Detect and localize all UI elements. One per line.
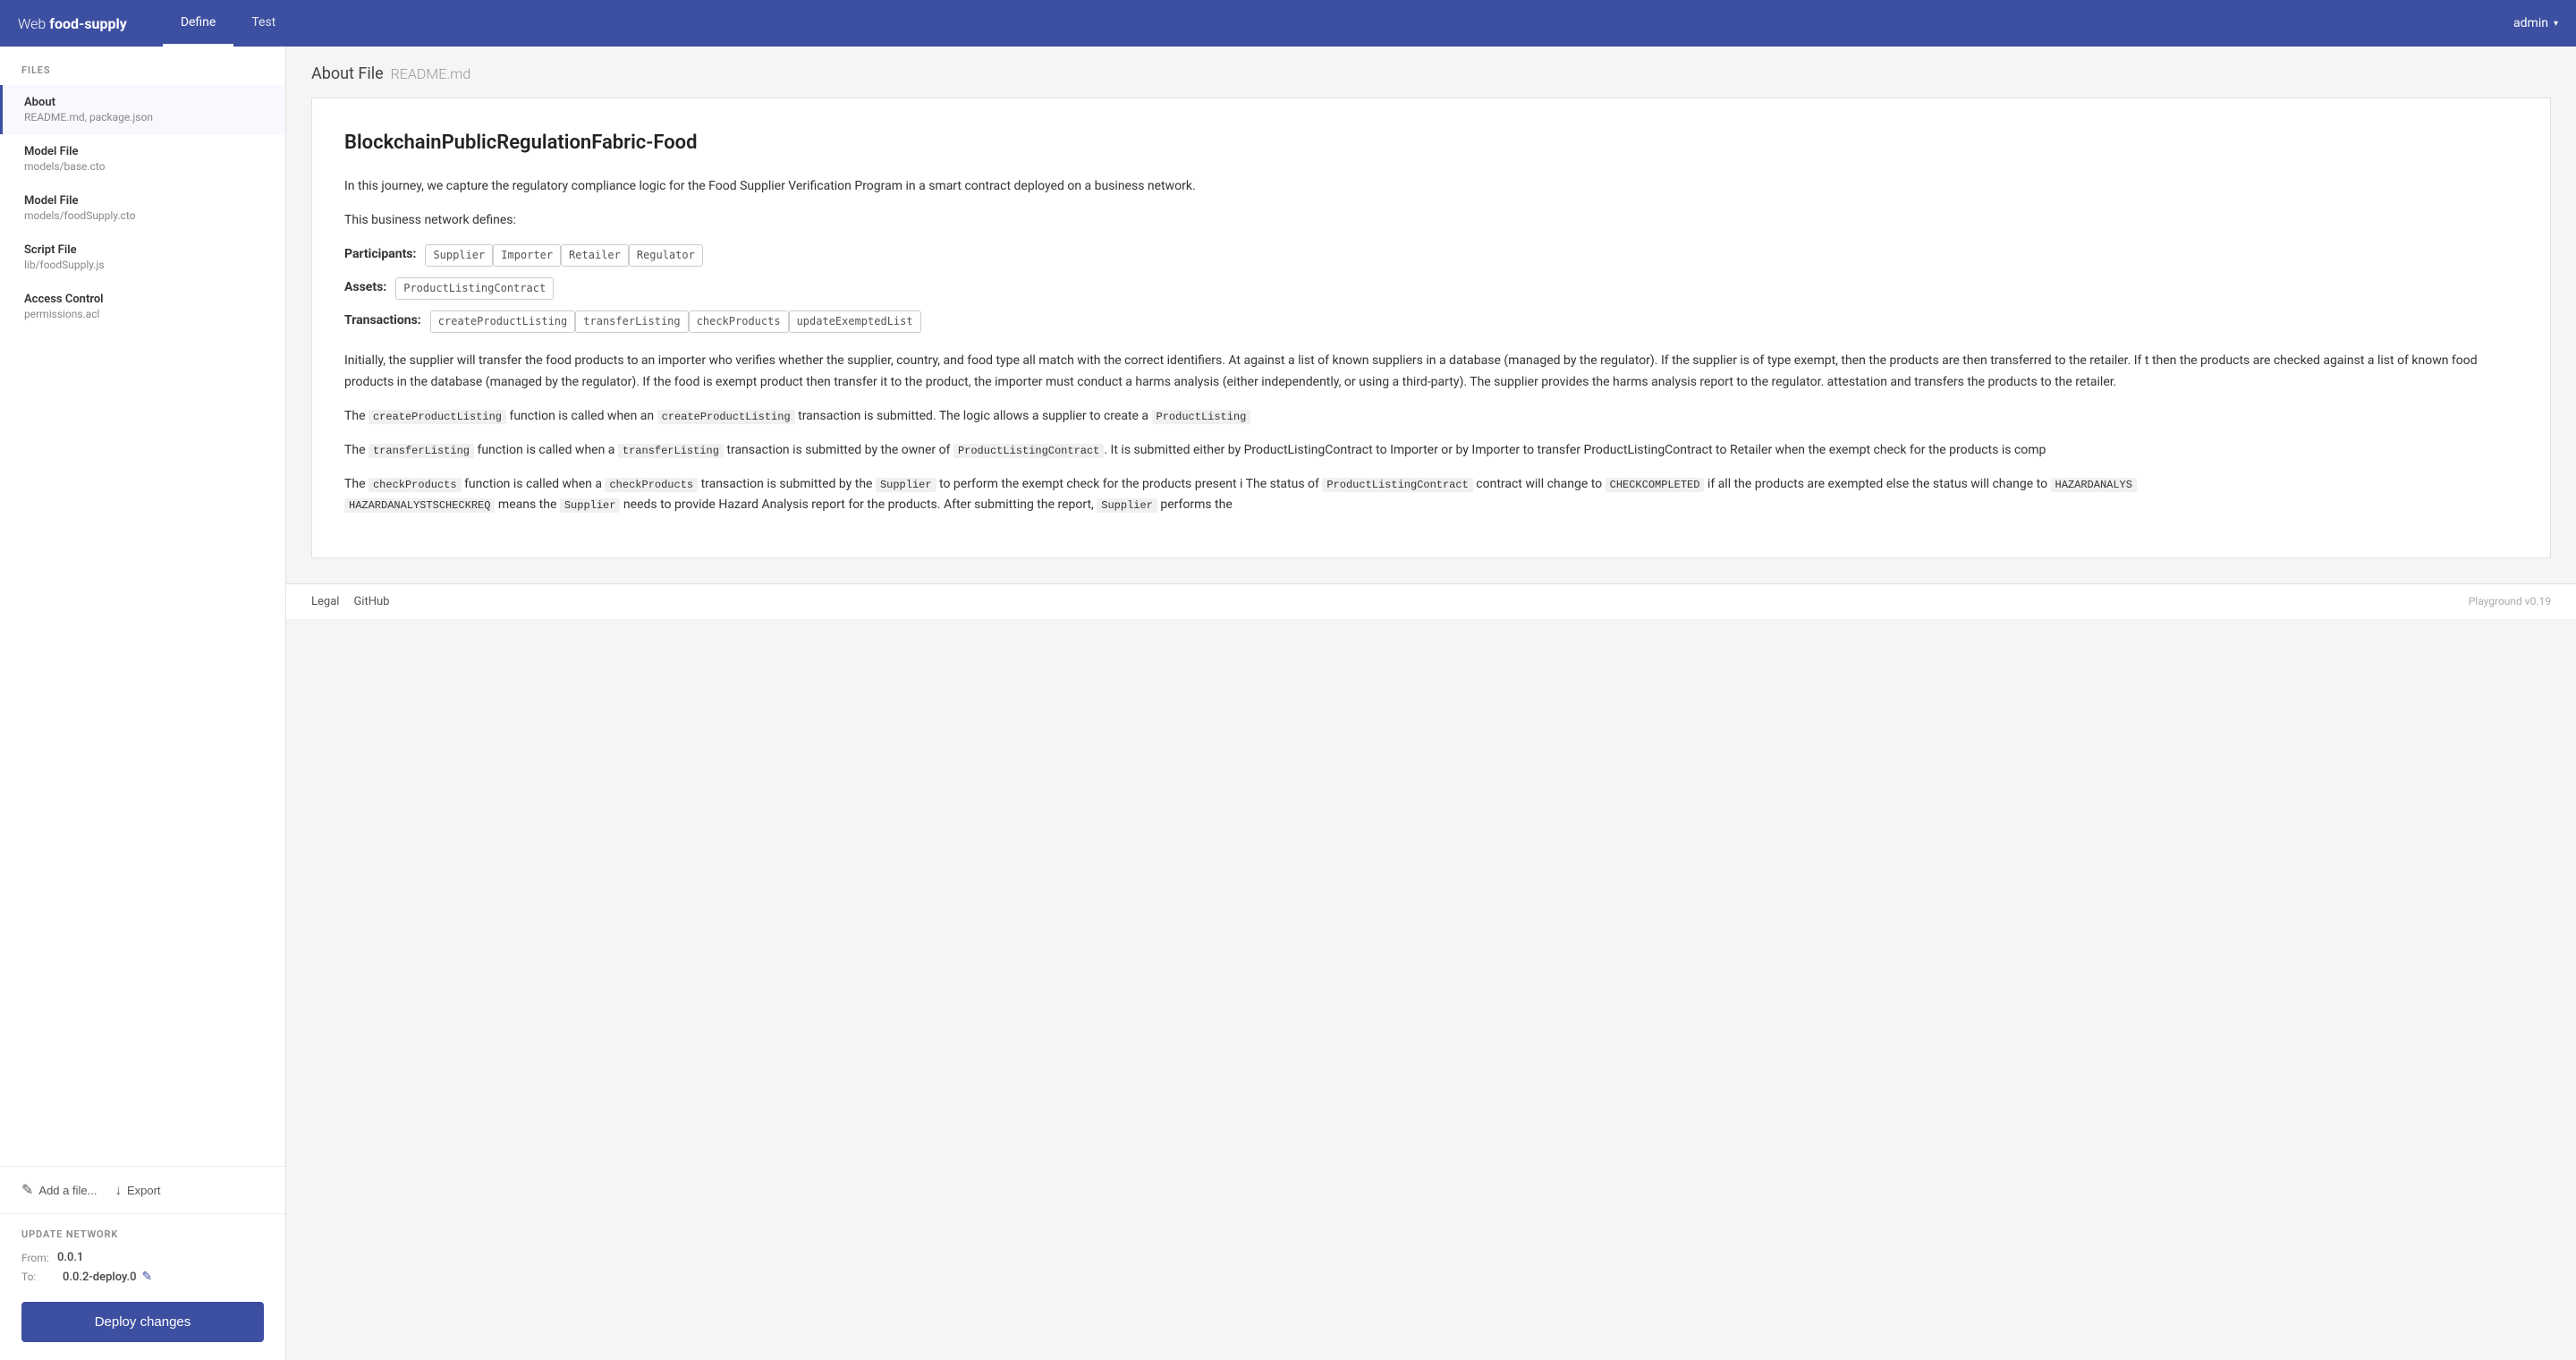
readme-content: BlockchainPublicRegulationFabric-Food In…	[311, 98, 2551, 558]
github-link[interactable]: GitHub	[353, 595, 389, 608]
tag-retailer: Retailer	[561, 244, 629, 267]
admin-menu[interactable]: admin ▾	[2513, 16, 2558, 30]
nav-tab-test[interactable]: Test	[233, 0, 293, 47]
chevron-down-icon: ▾	[2554, 19, 2558, 29]
add-file-icon: ✎	[21, 1181, 33, 1199]
sidebar-item-script-file[interactable]: Script File lib/foodSupply.js	[0, 233, 285, 282]
sidebar-item-title-access-control: Access Control	[24, 293, 264, 306]
edit-version-icon[interactable]: ✎	[142, 1270, 153, 1284]
tag-supplier: Supplier	[425, 244, 493, 267]
export-label: Export	[127, 1184, 161, 1197]
assets-label: Assets:	[344, 277, 386, 297]
sidebar-actions: ✎ Add a file... ↓ Export	[0, 1166, 285, 1213]
export-icon: ↓	[114, 1183, 122, 1198]
legal-link[interactable]: Legal	[311, 595, 339, 608]
export-button[interactable]: ↓ Export	[114, 1183, 160, 1198]
to-label: To:	[21, 1271, 57, 1283]
sidebar-item-about[interactable]: About README.md, package.json	[0, 85, 285, 134]
sidebar-item-subtitle-about: README.md, package.json	[24, 111, 264, 123]
sidebar-item-title-about: About	[24, 96, 264, 109]
create-product-listing-paragraph: The createProductListing function is cal…	[344, 406, 2518, 428]
sidebar-item-subtitle-model-food: models/foodSupply.cto	[24, 209, 264, 222]
version-from-row: From: 0.0.1	[21, 1251, 264, 1264]
version-label: Playground v0.19	[2469, 595, 2551, 608]
add-file-label: Add a file...	[38, 1184, 97, 1197]
content-footer: Legal GitHub Playground v0.19	[286, 583, 2576, 619]
content-title: About File	[311, 64, 384, 83]
sidebar: FILES About README.md, package.json Mode…	[0, 47, 286, 1360]
tag-importer: Importer	[493, 244, 561, 267]
add-file-button[interactable]: ✎ Add a file...	[21, 1181, 97, 1199]
sidebar-item-model-base[interactable]: Model File models/base.cto	[0, 134, 285, 183]
participants-label: Participants:	[344, 244, 416, 264]
brand: Web food-supply	[18, 15, 127, 32]
tag-updateexemptedlist: updateExemptedList	[789, 310, 921, 333]
sidebar-item-access-control[interactable]: Access Control permissions.acl	[0, 282, 285, 331]
supply-chain-paragraph: Initially, the supplier will transfer th…	[344, 351, 2518, 394]
transactions-row: Transactions: createProductListingtransf…	[344, 310, 2518, 333]
from-label: From:	[21, 1252, 57, 1264]
sidebar-item-title-model-food: Model File	[24, 194, 264, 208]
tag-transferlisting: transferListing	[575, 310, 688, 333]
deploy-changes-button[interactable]: Deploy changes	[21, 1302, 264, 1342]
update-network-title: UPDATE NETWORK	[21, 1228, 264, 1240]
defines-paragraph: This business network defines:	[344, 210, 2518, 232]
content-header: About File README.md	[286, 47, 2576, 98]
sidebar-item-subtitle-access-control: permissions.acl	[24, 308, 264, 320]
content-area: About File README.md BlockchainPublicReg…	[286, 47, 2576, 1360]
to-value: 0.0.2-deploy.0	[63, 1271, 137, 1284]
tag-checkproducts: checkProducts	[689, 310, 789, 333]
tag-regulator: Regulator	[629, 244, 703, 267]
sidebar-item-subtitle-script-file: lib/foodSupply.js	[24, 259, 264, 271]
tag-createproductlisting: createProductListing	[430, 310, 576, 333]
doc-title: BlockchainPublicRegulationFabric-Food	[344, 127, 2518, 158]
admin-label: admin	[2513, 16, 2548, 30]
version-to-row: To: 0.0.2-deploy.0 ✎	[21, 1270, 264, 1284]
tag-productlistingcontract: ProductListingContract	[395, 277, 554, 300]
sidebar-item-title-model-base: Model File	[24, 145, 264, 158]
nav-tab-define[interactable]: Define	[163, 0, 234, 47]
sidebar-item-model-food[interactable]: Model File models/foodSupply.cto	[0, 183, 285, 233]
content-filename: README.md	[391, 65, 471, 82]
files-section-title: FILES	[0, 47, 285, 85]
transactions-label: Transactions:	[344, 310, 421, 330]
intro-paragraph: In this journey, we capture the regulato…	[344, 176, 2518, 198]
participants-row: Participants: SupplierImporterRetailerRe…	[344, 244, 2518, 267]
sidebar-item-subtitle-model-base: models/base.cto	[24, 160, 264, 173]
from-value: 0.0.1	[57, 1251, 83, 1264]
sidebar-item-title-script-file: Script File	[24, 243, 264, 257]
nav-tabs: DefineTest	[163, 0, 2513, 47]
top-nav: Web food-supply DefineTest admin ▾	[0, 0, 2576, 47]
update-network-section: UPDATE NETWORK From: 0.0.1 To: 0.0.2-dep…	[0, 1213, 285, 1360]
transfer-listing-paragraph: The transferListing function is called w…	[344, 440, 2518, 462]
assets-row: Assets: ProductListingContract	[344, 277, 2518, 300]
check-products-paragraph: The checkProducts function is called whe…	[344, 474, 2518, 517]
